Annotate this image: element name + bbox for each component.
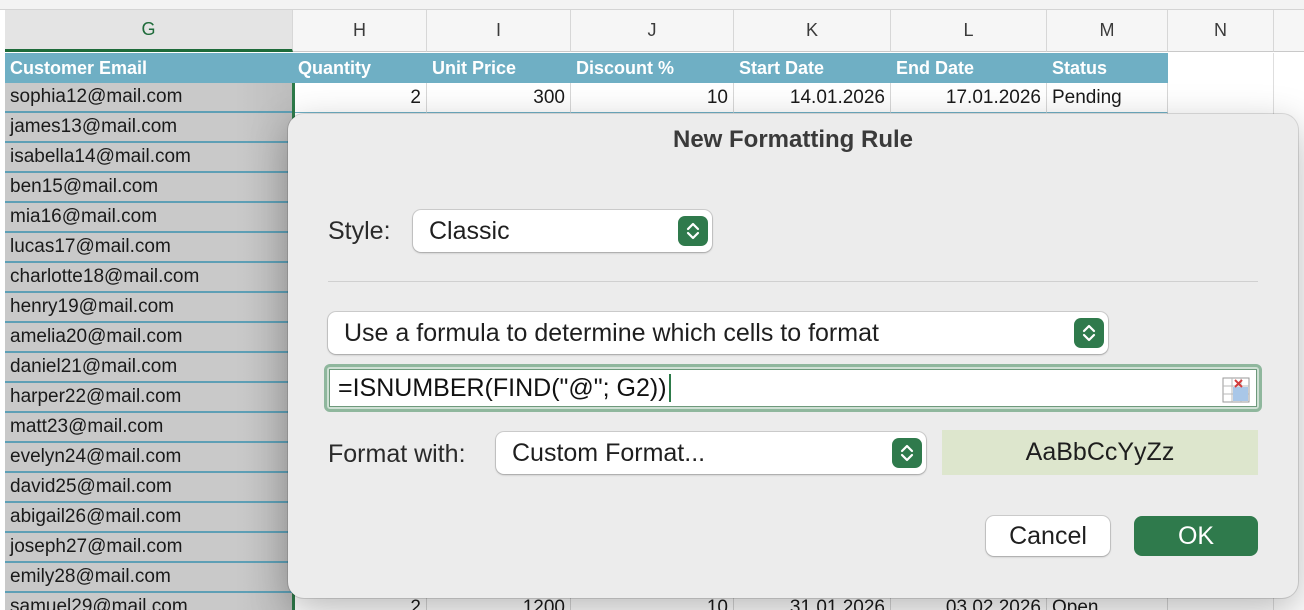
- column-header-n[interactable]: N: [1168, 10, 1274, 52]
- header-customer-email[interactable]: Customer Email: [5, 53, 293, 83]
- grid-line: [1273, 53, 1274, 83]
- email-cell[interactable]: david25@mail.com: [5, 473, 293, 503]
- email-cell[interactable]: daniel21@mail.com: [5, 353, 293, 383]
- quantity-cell[interactable]: 2: [295, 83, 427, 113]
- format-with-select[interactable]: Custom Format...: [496, 432, 926, 474]
- email-cell[interactable]: isabella14@mail.com: [5, 143, 293, 173]
- column-header-i[interactable]: I: [427, 10, 571, 52]
- header-quantity[interactable]: Quantity: [293, 53, 427, 83]
- header-end-date[interactable]: End Date: [891, 53, 1047, 83]
- email-cell[interactable]: evelyn24@mail.com: [5, 443, 293, 473]
- rule-type-value: Use a formula to determine which cells t…: [344, 318, 879, 347]
- end-date-cell[interactable]: 17.01.2026: [891, 83, 1047, 113]
- email-cell[interactable]: abigail26@mail.com: [5, 503, 293, 533]
- header-status[interactable]: Status: [1047, 53, 1168, 83]
- email-cell[interactable]: charlotte18@mail.com: [5, 263, 293, 293]
- email-cell[interactable]: henry19@mail.com: [5, 293, 293, 323]
- rule-type-select[interactable]: Use a formula to determine which cells t…: [328, 312, 1108, 354]
- status-cell[interactable]: Pending: [1047, 83, 1168, 113]
- discount-cell[interactable]: 10: [571, 83, 734, 113]
- email-cell[interactable]: james13@mail.com: [5, 113, 293, 143]
- header-start-date[interactable]: Start Date: [734, 53, 891, 83]
- toolbar-edge: [0, 0, 1304, 10]
- divider: [328, 281, 1258, 282]
- column-header-j[interactable]: J: [571, 10, 734, 52]
- chevron-updown-icon: [1074, 318, 1104, 348]
- ok-button[interactable]: OK: [1134, 516, 1258, 556]
- cancel-button[interactable]: Cancel: [986, 516, 1110, 556]
- column-header-k[interactable]: K: [734, 10, 891, 52]
- email-cell[interactable]: harper22@mail.com: [5, 383, 293, 413]
- formula-field-focus: =ISNUMBER(FIND("@"; G2)): [324, 364, 1262, 412]
- email-cell[interactable]: lucas17@mail.com: [5, 233, 293, 263]
- start-date-cell[interactable]: 14.01.2026: [734, 83, 891, 113]
- email-cell[interactable]: amelia20@mail.com: [5, 323, 293, 353]
- email-cell[interactable]: matt23@mail.com: [5, 413, 293, 443]
- chevron-updown-icon: [678, 216, 708, 246]
- email-cell[interactable]: joseph27@mail.com: [5, 533, 293, 563]
- format-with-value: Custom Format...: [512, 438, 706, 467]
- format-preview: AaBbCcYyZz: [942, 430, 1258, 475]
- style-select-value: Classic: [429, 216, 510, 245]
- header-unit-price[interactable]: Unit Price: [427, 53, 571, 83]
- text-caret: [668, 374, 671, 402]
- formula-input[interactable]: =ISNUMBER(FIND("@"; G2)): [329, 369, 1257, 407]
- column-header-l[interactable]: L: [891, 10, 1047, 52]
- dialog-title: New Formatting Rule: [672, 126, 913, 153]
- column-header-h[interactable]: H: [293, 10, 427, 52]
- format-with-label: Format with:: [328, 440, 466, 468]
- new-formatting-rule-dialog: New Formatting Rule Style: Classic Use a…: [288, 114, 1298, 598]
- column-header-g[interactable]: G: [5, 10, 293, 52]
- range-select-icon[interactable]: [1222, 377, 1250, 403]
- column-header-m[interactable]: M: [1047, 10, 1168, 52]
- header-discount[interactable]: Discount %: [571, 53, 734, 83]
- column-header-o[interactable]: [1274, 10, 1304, 52]
- email-cell[interactable]: samuel29@mail.com: [5, 593, 293, 610]
- email-cell[interactable]: emily28@mail.com: [5, 563, 293, 593]
- style-select[interactable]: Classic: [413, 210, 712, 252]
- unit-price-cell[interactable]: 300: [427, 83, 571, 113]
- email-cell[interactable]: mia16@mail.com: [5, 203, 293, 233]
- chevron-updown-icon: [892, 438, 922, 468]
- style-label: Style:: [328, 217, 391, 245]
- formula-text: =ISNUMBER(FIND("@"; G2)): [338, 373, 667, 402]
- email-cell[interactable]: ben15@mail.com: [5, 173, 293, 203]
- email-cell[interactable]: sophia12@mail.com: [5, 83, 293, 113]
